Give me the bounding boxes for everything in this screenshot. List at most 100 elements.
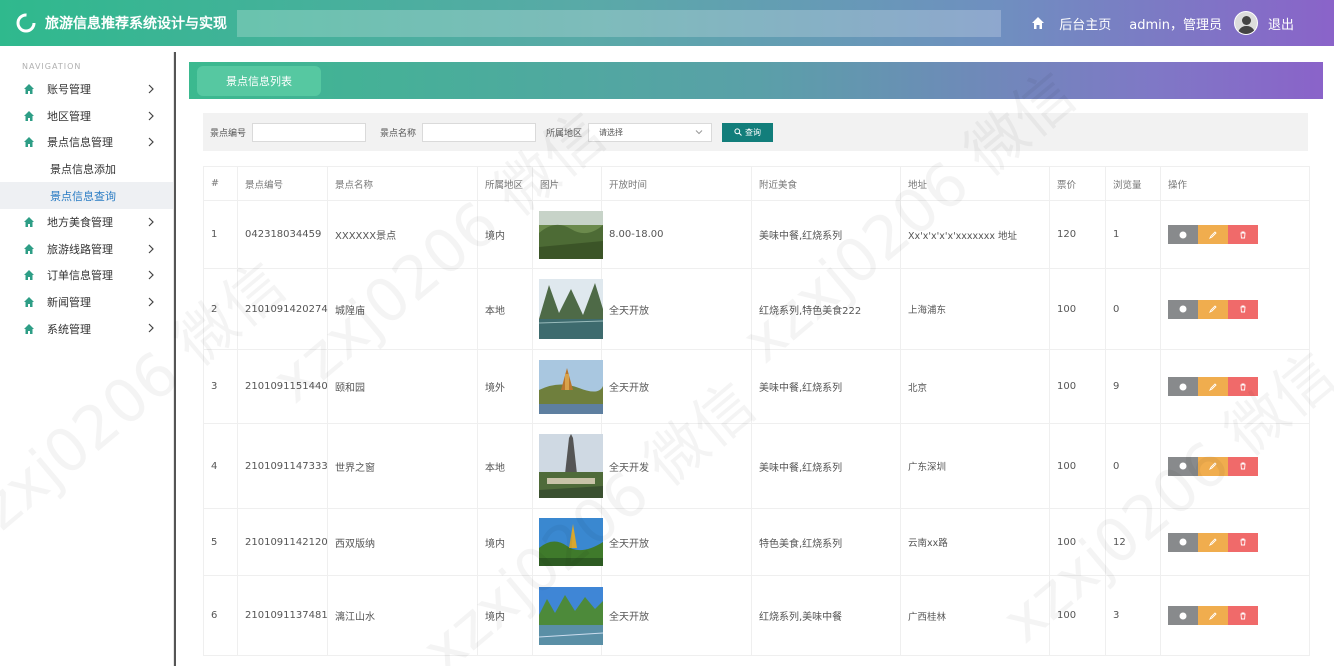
sidebar-item-attractions[interactable]: 景点信息管理 — [0, 129, 173, 156]
view-button[interactable] — [1168, 377, 1198, 396]
code-input[interactable] — [252, 122, 367, 142]
cell-views: 1 — [1105, 200, 1161, 269]
cell-name: XXXXXX景点 — [327, 200, 478, 269]
cell-price: 120 — [1049, 200, 1106, 269]
trash-icon — [1240, 231, 1246, 238]
chevron-right-icon — [148, 137, 154, 147]
view-button[interactable] — [1168, 532, 1198, 552]
attraction-thumbnail — [539, 359, 603, 414]
pencil-icon — [1209, 462, 1217, 470]
delete-button[interactable] — [1228, 532, 1258, 552]
table-row: 5 2101091142120 西双版纳 境内 全天开放 特色美食,红烧系列 云… — [203, 508, 1310, 576]
cell-code: 2101091151440 — [237, 349, 328, 424]
view-button[interactable] — [1168, 456, 1198, 476]
delete-button[interactable] — [1228, 606, 1258, 625]
cell-food: 美味中餐,红烧系列 — [751, 423, 901, 509]
view-button[interactable] — [1168, 606, 1198, 625]
sidebar-item-label: 订单信息管理 — [47, 269, 113, 283]
chevron-right-icon — [148, 297, 154, 307]
home-icon — [24, 110, 34, 121]
home-icon[interactable] — [1031, 16, 1045, 30]
sidebar-item-label: 旅游线路管理 — [47, 242, 113, 256]
sidebar-item-routes[interactable]: 旅游线路管理 — [0, 236, 173, 263]
sidebar-item-accounts[interactable]: 账号管理 — [0, 76, 173, 103]
pencil-icon — [1209, 305, 1217, 313]
trash-icon — [1240, 612, 1246, 619]
cell-image — [532, 349, 603, 424]
cell-image — [532, 423, 603, 509]
code-label: 景点编号 — [210, 128, 247, 139]
cell-code: 2101091142120 — [237, 508, 328, 576]
name-input[interactable] — [422, 122, 537, 142]
cell-index: 6 — [203, 575, 238, 656]
cell-index: 5 — [203, 508, 238, 576]
sidebar-subitem-add-attraction[interactable]: 景点信息添加 — [0, 156, 173, 183]
sidebar-item-system[interactable]: 系统管理 — [0, 315, 173, 342]
cell-food: 特色美食,红烧系列 — [751, 508, 901, 576]
cell-index: 1 — [203, 200, 238, 269]
sidebar-item-regions[interactable]: 地区管理 — [0, 103, 173, 130]
delete-button[interactable] — [1228, 456, 1258, 476]
cell-food: 美味中餐,红烧系列 — [751, 200, 901, 269]
cell-views: 3 — [1105, 575, 1161, 656]
cell-region: 本地 — [477, 268, 533, 350]
tab-attraction-list[interactable]: 景点信息列表 — [197, 66, 321, 96]
edit-button[interactable] — [1198, 225, 1228, 244]
info-icon — [1179, 612, 1187, 619]
edit-button[interactable] — [1198, 456, 1228, 476]
delete-button[interactable] — [1228, 225, 1258, 244]
edit-button[interactable] — [1198, 377, 1228, 396]
view-button[interactable] — [1168, 299, 1198, 319]
cell-price: 100 — [1049, 508, 1106, 576]
cell-name: 漓江山水 — [327, 575, 478, 656]
col-header: 图片 — [532, 166, 602, 201]
sidebar-item-orders[interactable]: 订单信息管理 — [0, 262, 173, 289]
header-actions: 后台主页 admin，管理员 退出 — [1031, 0, 1294, 46]
home-link[interactable]: 后台主页 — [1059, 14, 1111, 33]
sidebar-subitem-query-attraction[interactable]: 景点信息查询 — [0, 182, 173, 209]
cell-actions — [1160, 575, 1310, 656]
region-select[interactable]: 请选择 — [588, 122, 713, 142]
col-header: 地址 — [900, 166, 1050, 201]
edit-button[interactable] — [1198, 532, 1228, 552]
col-header: 操作 — [1160, 166, 1310, 201]
trash-icon — [1240, 538, 1246, 546]
cell-views: 0 — [1105, 423, 1161, 509]
cell-open-time: 全天开放 — [601, 575, 752, 656]
cell-index: 2 — [203, 268, 238, 350]
cell-region: 境内 — [477, 508, 533, 576]
home-icon — [24, 137, 34, 148]
search-button-label: 查询 — [745, 127, 762, 137]
region-label: 所属地区 — [546, 128, 583, 139]
info-icon — [1179, 231, 1187, 238]
sidebar-item-label: 账号管理 — [47, 83, 91, 97]
cell-image — [532, 575, 603, 656]
cell-open-time: 8.00-18.00 — [601, 200, 752, 269]
edit-button[interactable] — [1198, 299, 1228, 319]
table-row: 2 2101091420274 城隍庙 本地 全天开放 红烧系列,特色美食222… — [203, 268, 1310, 350]
home-icon — [24, 297, 34, 308]
pencil-icon — [1209, 611, 1217, 620]
delete-button[interactable] — [1228, 299, 1258, 319]
edit-button[interactable] — [1198, 606, 1228, 625]
sidebar-item-news[interactable]: 新闻管理 — [0, 289, 173, 316]
sidebar-item-local-food[interactable]: 地方美食管理 — [0, 209, 173, 236]
cell-views: 0 — [1105, 268, 1161, 350]
logout-link[interactable]: 退出 — [1268, 14, 1294, 33]
cell-name: 颐和园 — [327, 349, 478, 424]
main-panel: 景点信息列表 景点编号 景点名称 所属地区 请选择 查询 # 景点编号 景点名称… — [188, 61, 1323, 659]
cell-open-time: 全天开放 — [601, 349, 752, 424]
delete-button[interactable] — [1228, 377, 1258, 396]
info-icon — [1179, 462, 1187, 470]
search-button[interactable]: 查询 — [722, 122, 774, 142]
attraction-thumbnail — [539, 210, 603, 259]
sidebar-item-label: 新闻管理 — [47, 296, 91, 310]
home-icon — [24, 217, 34, 228]
col-header: 附近美食 — [751, 166, 901, 201]
view-button[interactable] — [1168, 225, 1198, 244]
cell-address: 北京 — [900, 349, 1050, 424]
cell-index: 3 — [203, 349, 238, 424]
logo-icon — [15, 12, 37, 34]
cell-address: 广东深圳 — [900, 423, 1050, 509]
cell-actions — [1160, 349, 1310, 424]
